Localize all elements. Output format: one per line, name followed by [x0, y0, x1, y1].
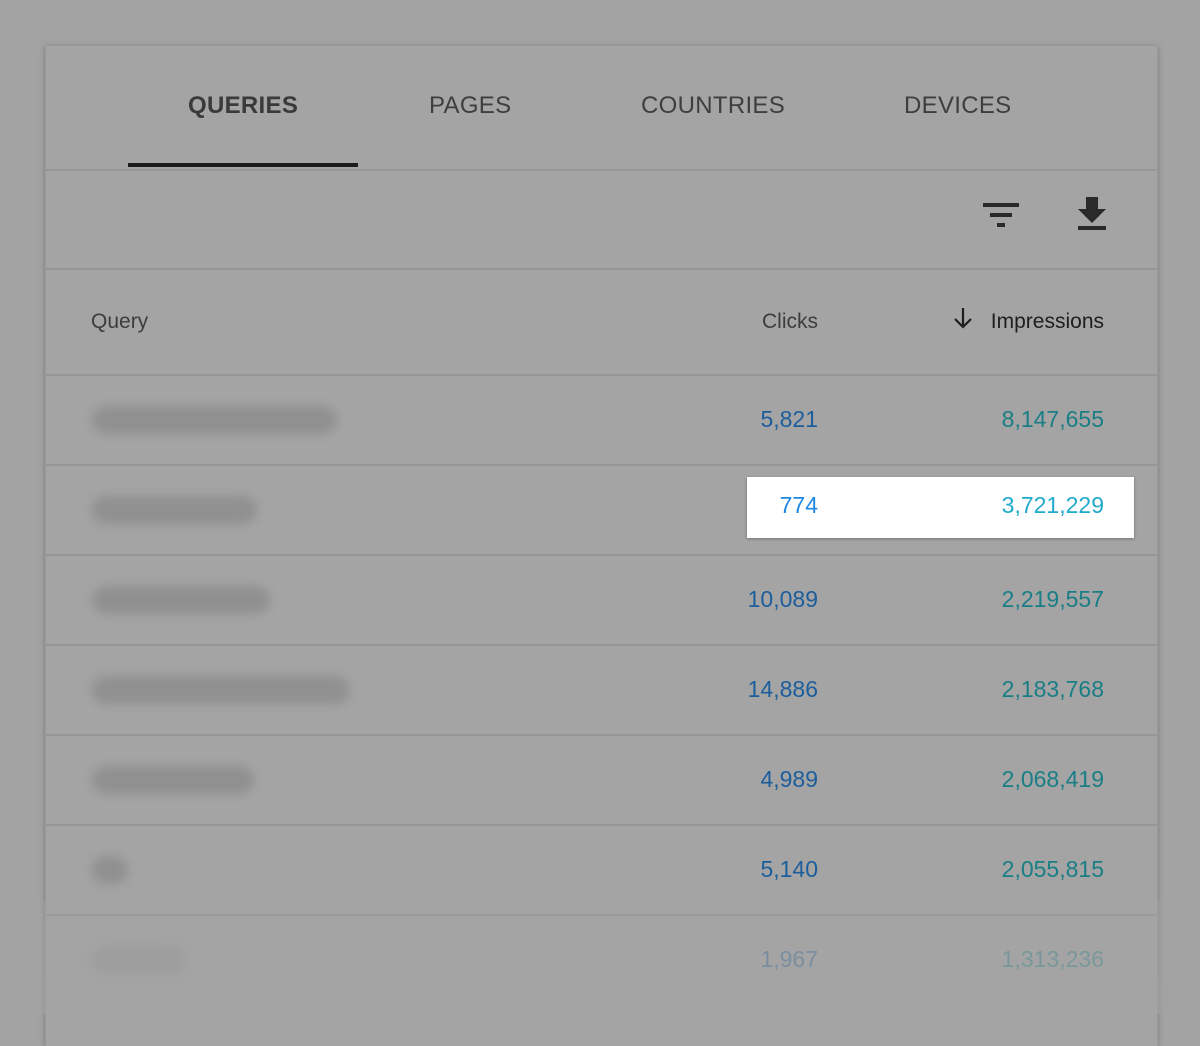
query-text-blurred [92, 766, 254, 794]
column-header-query[interactable]: Query [91, 310, 148, 334]
column-header-impressions-label: Impressions [990, 310, 1104, 333]
clicks-value: 5,821 [760, 406, 818, 432]
impressions-value: 2,183,768 [1001, 676, 1104, 702]
clicks-value: 5,140 [760, 856, 818, 882]
impressions-value: 2,068,419 [1001, 766, 1104, 792]
tab-pages[interactable]: PAGES [429, 92, 511, 120]
clicks-value: 14,886 [747, 676, 818, 702]
column-header-impressions[interactable]: Impressions [954, 308, 1104, 334]
query-text-blurred [92, 406, 337, 434]
highlighted-row-values: 774 3,721,229 [747, 477, 1134, 538]
table-row[interactable]: 4,989 2,068,419 [46, 736, 1157, 826]
query-text-blurred [92, 496, 257, 524]
impressions-value: 8,147,655 [1001, 406, 1104, 432]
column-header-clicks[interactable]: Clicks [762, 310, 818, 334]
impressions-value: 2,219,557 [1001, 586, 1104, 612]
clicks-value: 774 [779, 492, 818, 518]
performance-table-card: QUERIES PAGES COUNTRIES DEVICES Query Cl… [45, 46, 1158, 1046]
query-text-blurred [92, 676, 350, 704]
active-tab-indicator [128, 163, 358, 167]
table-row[interactable]: 5,821 8,147,655 [46, 376, 1157, 466]
table-toolbar [46, 171, 1157, 270]
bottom-fade-overlay [0, 900, 1200, 1014]
download-icon[interactable] [1076, 195, 1108, 236]
clicks-value: 10,089 [747, 586, 818, 612]
tab-devices[interactable]: DEVICES [904, 92, 1011, 120]
table-row[interactable]: 10,089 2,219,557 [46, 556, 1157, 646]
clicks-value: 4,989 [760, 766, 818, 792]
query-text-blurred [92, 586, 270, 614]
impressions-value: 2,055,815 [1001, 856, 1104, 882]
query-text-blurred [92, 856, 128, 884]
impressions-value: 3,721,229 [1001, 492, 1104, 518]
tab-queries[interactable]: QUERIES [188, 92, 298, 120]
tab-bar: QUERIES PAGES COUNTRIES DEVICES [46, 46, 1157, 171]
table-row[interactable]: 14,886 2,183,768 [46, 646, 1157, 736]
filter-icon[interactable] [983, 201, 1019, 234]
arrow-down-icon [954, 308, 972, 329]
table-header: Query Clicks Impressions [46, 270, 1157, 376]
tab-countries[interactable]: COUNTRIES [641, 92, 785, 120]
